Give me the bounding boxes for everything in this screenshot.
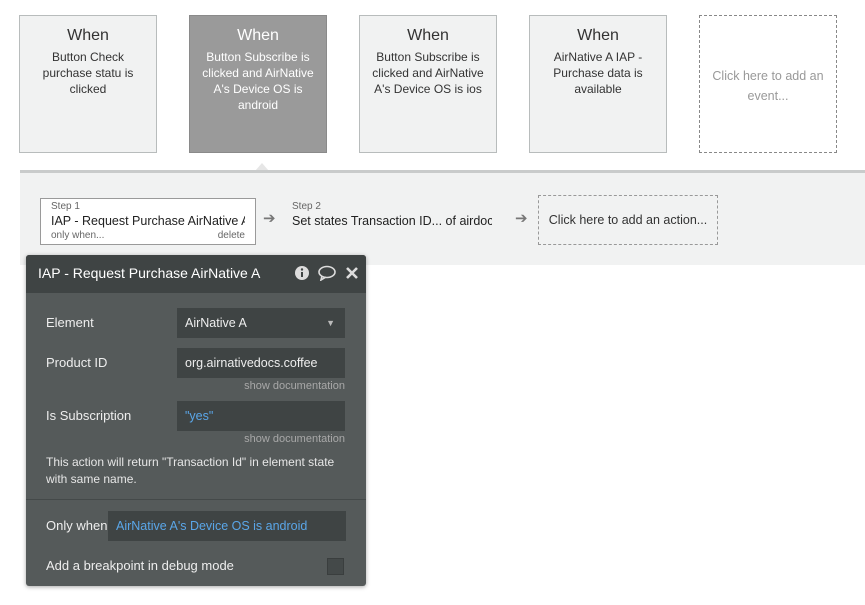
only-when-label: Only when [46,518,108,533]
panel-header: IAP - Request Purchase AirNative A [26,255,366,293]
event-description: Button Subscribe is clicked and AirNativ… [372,50,484,96]
close-icon[interactable] [345,265,359,286]
show-documentation-link[interactable]: show documentation [244,380,345,392]
add-action-button[interactable]: Click here to add an action... [538,195,718,245]
event-when-label: When [577,27,619,44]
event-when-label: When [407,27,449,44]
step-number: Step 2 [292,201,321,212]
show-documentation-link[interactable]: show documentation [244,433,345,445]
event-when-label: When [67,27,109,44]
arrow-right-icon: ➔ [263,210,276,227]
step-number: Step 1 [51,201,80,212]
product-id-value: org.airnativedocs.coffee [185,356,318,370]
event-card-check-purchase[interactable]: When Button Check purchase statu is clic… [19,15,157,153]
event-when-label: When [237,27,279,44]
arrow-right-icon: ➔ [515,210,528,227]
is-subscription-value: "yes" [185,409,214,423]
chevron-down-icon: ▼ [326,318,335,328]
breakpoint-checkbox[interactable] [327,558,344,575]
step-1[interactable]: Step 1 IAP - Request Purchase AirNative … [40,198,256,245]
add-event-label: Click here to add an event... [712,68,824,103]
product-id-input[interactable]: org.airnativedocs.coffee [177,348,345,378]
step-2[interactable]: Step 2 Set states Transaction ID... of a… [282,198,502,245]
action-note: This action will return "Transaction Id"… [46,455,335,486]
step-title: Set states Transaction ID... of airdocs [292,214,492,228]
only-when-value: AirNative A's Device OS is android [116,519,308,533]
is-subscription-input[interactable]: "yes" [177,401,345,431]
info-icon[interactable] [294,265,310,286]
step-title: IAP - Request Purchase AirNative A [51,214,245,228]
divider [26,499,366,500]
action-strip: Step 1 IAP - Request Purchase AirNative … [20,170,865,265]
add-event-button[interactable]: Click here to add an event... [699,15,837,153]
is-subscription-label: Is Subscription [46,408,132,423]
panel-title: IAP - Request Purchase AirNative A [38,265,261,281]
add-action-label: Click here to add an action... [548,213,708,227]
element-value: AirNative A [185,316,247,330]
event-card-subscribe-android[interactable]: When Button Subscribe is clicked and Air… [189,15,327,153]
breakpoint-label: Add a breakpoint in debug mode [46,558,234,573]
element-label: Element [46,315,94,330]
event-description: Button Check purchase statu is clicked [42,50,134,96]
only-when-condition-input[interactable]: AirNative A's Device OS is android [108,511,346,541]
event-description: Button Subscribe is clicked and AirNativ… [202,50,314,112]
element-dropdown[interactable]: AirNative A ▼ [177,308,345,338]
comment-icon[interactable] [318,265,336,286]
only-when-link[interactable]: only when... [51,229,104,243]
event-description: AirNative A IAP - Purchase data is avail… [553,50,643,96]
event-card-purchase-data[interactable]: When AirNative A IAP - Purchase data is … [529,15,667,153]
product-id-label: Product ID [46,355,108,370]
delete-link[interactable]: delete [218,229,245,243]
event-card-subscribe-ios[interactable]: When Button Subscribe is clicked and Air… [359,15,497,153]
action-property-panel: IAP - Request Purchase AirNative A Eleme… [26,255,366,586]
